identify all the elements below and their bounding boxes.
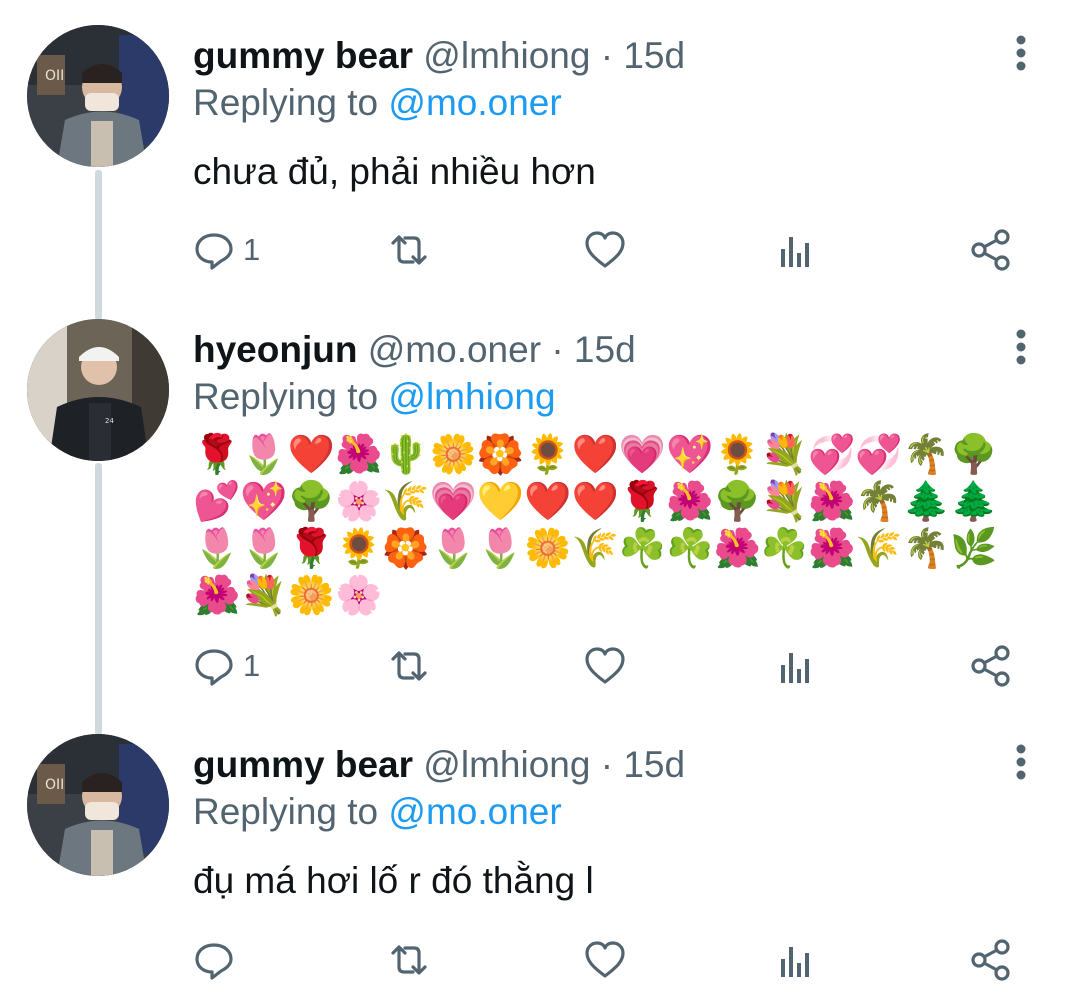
svg-text:24: 24 [105, 417, 114, 425]
tweet-header: gummy bear @lmhiong · 15d [193, 33, 1000, 79]
reply-count: 1 [243, 232, 261, 267]
display-name[interactable]: gummy bear [193, 744, 413, 785]
like-button[interactable] [583, 936, 627, 984]
analytics-button[interactable] [778, 226, 814, 274]
tweet-text: 🌹🌷❤️🌺🌵🌼🏵️🌻❤️💗💖🌻💐💞💞🌴🌳💕💖🌳🌸🌾💗💛❤️❤️🌹🌺🌳💐🌺🌴🌲🌲🌷… [193, 432, 998, 617]
avatar-photo: OII [27, 734, 169, 876]
replying-to-line: Replying to @mo.oner [193, 789, 562, 835]
more-vertical-icon [1016, 35, 1026, 71]
separator-dot: · [600, 35, 614, 76]
reply-count: 1 [243, 648, 261, 683]
share-button[interactable] [969, 642, 1013, 690]
more-vertical-icon [1016, 744, 1026, 780]
tweet-actions [193, 936, 1023, 984]
reply-button[interactable]: 1 [193, 226, 260, 274]
share-button[interactable] [969, 226, 1013, 274]
tweet-header: hyeonjun @mo.oner · 15d [193, 327, 1000, 373]
analytics-icon [781, 237, 809, 267]
share-icon [971, 229, 1010, 271]
user-handle[interactable]: @lmhiong [423, 744, 590, 785]
replying-to-line: Replying to @mo.oner [193, 80, 562, 126]
avatar-photo: 24 [27, 319, 169, 461]
retweet-icon [391, 235, 427, 265]
replying-to-label: Replying to [193, 376, 379, 417]
retweet-button[interactable] [385, 936, 433, 984]
reply-icon [195, 649, 233, 686]
timestamp[interactable]: 15d [574, 329, 636, 370]
user-handle[interactable]: @lmhiong [423, 35, 590, 76]
tweet-header: gummy bear @lmhiong · 15d [193, 742, 1000, 788]
tweet-text: đụ má hơi lố r đó thằng l [193, 860, 594, 901]
timestamp[interactable]: 15d [623, 35, 685, 76]
more-options-button[interactable] [1006, 327, 1036, 367]
tweet-actions: 1 [193, 642, 1023, 690]
analytics-button[interactable] [778, 936, 814, 984]
tweet-actions: 1 [193, 226, 1023, 274]
separator-dot: · [551, 329, 564, 370]
like-button[interactable] [583, 642, 627, 690]
reply-icon [195, 233, 233, 270]
more-options-button[interactable] [1006, 742, 1036, 782]
reply-button[interactable] [193, 936, 243, 984]
like-icon [585, 647, 625, 684]
more-options-button[interactable] [1006, 33, 1036, 73]
analytics-icon [781, 947, 809, 977]
replying-to-line: Replying to @lmhiong [193, 374, 556, 420]
avatar[interactable]: OII [27, 734, 169, 876]
svg-text:OII: OII [45, 68, 64, 84]
share-icon [971, 939, 1010, 981]
separator-dot: · [600, 744, 614, 785]
display-name[interactable]: gummy bear [193, 35, 413, 76]
like-icon [585, 941, 625, 978]
avatar-photo: OII [27, 25, 169, 167]
analytics-icon [781, 653, 809, 683]
mention-link[interactable]: @lmhiong [388, 376, 555, 417]
like-button[interactable] [583, 226, 627, 274]
reply-icon [195, 943, 233, 980]
replying-to-label: Replying to [193, 82, 379, 123]
replying-to-label: Replying to [193, 791, 379, 832]
share-button[interactable] [969, 936, 1013, 984]
svg-text:OII: OII [45, 777, 64, 793]
avatar[interactable]: 24 [27, 319, 169, 461]
reply-button[interactable]: 1 [193, 642, 260, 690]
retweet-button[interactable] [385, 642, 433, 690]
display-name[interactable]: hyeonjun [193, 329, 357, 370]
like-icon [585, 231, 625, 268]
more-vertical-icon [1016, 329, 1026, 365]
tweet[interactable]: OII gummy bear @lmhiong · 15d Replying t… [0, 0, 1080, 300]
tweet-text: chưa đủ, phải nhiều hơn [193, 151, 596, 192]
mention-link[interactable]: @mo.oner [388, 791, 561, 832]
analytics-button[interactable] [778, 642, 814, 690]
retweet-button[interactable] [385, 226, 433, 274]
tweet[interactable]: 24 hyeonjun @mo.oner · 15d Replying to @… [0, 300, 1080, 720]
timestamp[interactable]: 15d [623, 744, 685, 785]
avatar[interactable]: OII [27, 25, 169, 167]
user-handle[interactable]: @mo.oner [368, 329, 541, 370]
mention-link[interactable]: @mo.oner [388, 82, 561, 123]
share-icon [971, 645, 1010, 687]
retweet-icon [391, 945, 427, 975]
tweet[interactable]: OII gummy bear @lmhiong · 15d Replying t… [0, 720, 1080, 1002]
retweet-icon [391, 651, 427, 681]
